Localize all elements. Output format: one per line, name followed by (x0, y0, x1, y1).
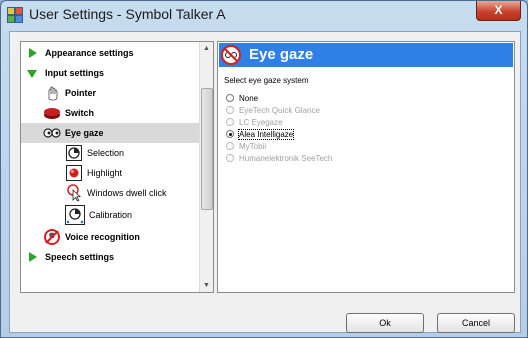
radio-label: LC Eyegaze (239, 117, 283, 127)
radio-button (226, 142, 234, 150)
radio-button (226, 154, 234, 162)
radio-label: EyeTech Quick Glance (239, 105, 320, 115)
scroll-thumb[interactable] (201, 88, 213, 210)
tree-scrollbar[interactable]: ▲ ▼ (199, 42, 213, 292)
dialog-body: Appearance settings Input settings Point… (9, 31, 521, 333)
radio-label: Alea Intelligaze (237, 128, 295, 140)
close-button[interactable]: X (476, 1, 521, 21)
tree-item-label: Windows dwell click (87, 188, 167, 198)
settings-tree: Appearance settings Input settings Point… (20, 41, 214, 293)
radio-label: None (239, 93, 259, 103)
cancel-button[interactable]: Cancel (437, 313, 515, 333)
tree-item-voice-recognition[interactable]: Voice recognition (43, 227, 140, 247)
tree-item-label: Switch (65, 108, 95, 118)
radio-label: Humanelektronik SeeTech (239, 153, 333, 163)
panel-title: Eye gaze (249, 46, 314, 63)
tree-item-input-settings[interactable]: Input settings (23, 63, 104, 83)
dwell-click-icon (65, 184, 83, 202)
radio-option-eyetech-quick-glance: EyeTech Quick Glance (226, 104, 320, 116)
radio-button[interactable] (226, 94, 234, 102)
tree-item-switch[interactable]: Switch (43, 103, 94, 123)
radio-option-humanelektronik-seetech: Humanelektronik SeeTech (226, 152, 332, 164)
tree-item-pointer[interactable]: Pointer (43, 83, 96, 103)
tree-item-label: Appearance settings (45, 48, 134, 58)
highlight-icon (65, 164, 83, 182)
tree-item-label: Voice recognition (65, 232, 140, 242)
tree-item-appearance-settings[interactable]: Appearance settings (23, 43, 134, 63)
eye-gaze-no-icon (221, 45, 241, 70)
ok-button[interactable]: Ok (346, 313, 424, 333)
close-icon: X (494, 3, 503, 17)
switch-icon (43, 104, 61, 122)
tree-item-label: Eye gaze (65, 128, 104, 138)
pointer-icon (43, 84, 61, 102)
radio-option-mytobii: MyTobii (226, 140, 266, 152)
scroll-up-icon[interactable]: ▲ (200, 42, 213, 55)
radio-label: MyTobii (239, 141, 267, 151)
radio-button (226, 106, 234, 114)
app-icon (7, 7, 23, 23)
tree-item-label: Highlight (87, 168, 123, 178)
radio-option-none[interactable]: None (226, 92, 258, 104)
tree-item-selection[interactable]: Selection (65, 143, 124, 163)
radio-button[interactable] (226, 130, 234, 138)
panel-header: Eye gaze (219, 43, 513, 67)
selection-icon (65, 144, 83, 162)
eye-gaze-panel: Eye gaze Select eye gaze system None Eye… (217, 41, 515, 293)
tree-item-label: Selection (87, 148, 125, 158)
radio-button (226, 118, 234, 126)
tree-item-label: Input settings (45, 68, 104, 78)
tree-item-windows-dwell-click[interactable]: Windows dwell click (65, 183, 167, 203)
window-title: User Settings - Symbol Talker A (29, 6, 226, 22)
tree-item-label: Speech settings (45, 252, 115, 262)
select-system-label: Select eye gaze system (224, 76, 309, 85)
user-settings-window: User Settings - Symbol Talker A X Appear… (0, 0, 528, 338)
expand-arrow-icon[interactable] (23, 248, 41, 266)
expand-arrow-icon[interactable] (23, 44, 41, 62)
radio-option-lc-eyegaze: LC Eyegaze (226, 116, 283, 128)
calibration-icon (65, 205, 85, 225)
tree-item-speech-settings[interactable]: Speech settings (23, 247, 114, 267)
voice-recognition-icon (43, 228, 61, 246)
scroll-down-icon[interactable]: ▼ (200, 279, 213, 292)
eye-gaze-icon (43, 124, 61, 142)
tree-item-highlight[interactable]: Highlight (65, 163, 122, 183)
tree-item-label: Calibration (89, 210, 133, 220)
tree-item-label: Pointer (65, 88, 97, 98)
title-bar[interactable]: User Settings - Symbol Talker A X (1, 1, 527, 29)
tree-item-eye-gaze[interactable]: Eye gaze (21, 123, 199, 143)
tree-item-calibration[interactable]: Calibration (65, 203, 132, 227)
radio-option-alea-intelligaze[interactable]: Alea Intelligaze (226, 128, 295, 140)
collapse-arrow-icon[interactable] (23, 64, 41, 82)
